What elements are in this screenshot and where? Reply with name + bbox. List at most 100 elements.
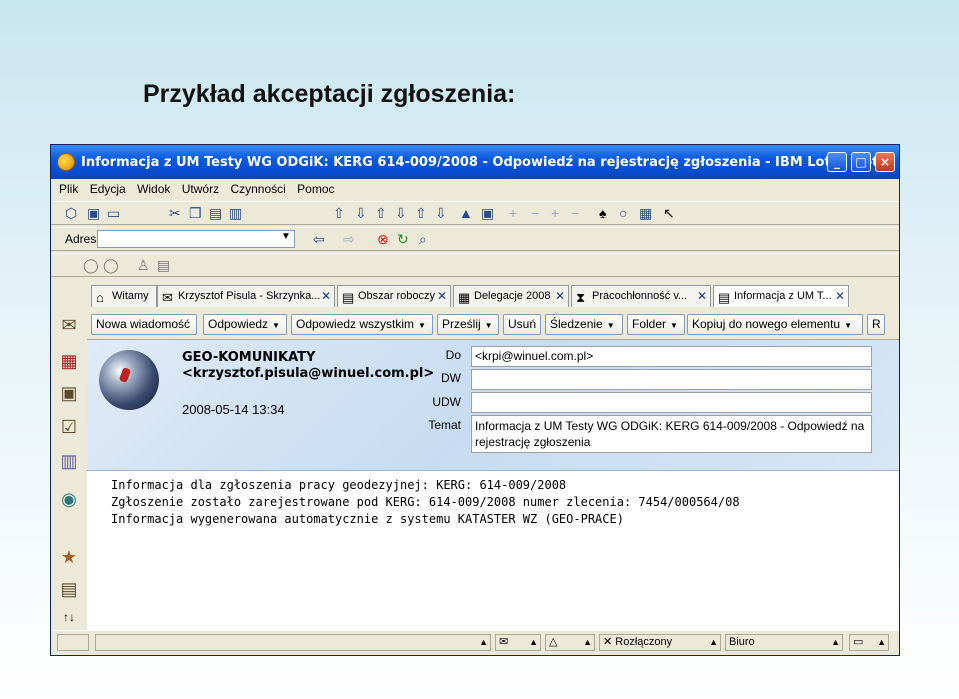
status-bar: ▲ ✉ ▲ △ ▲ ✕ Rozłączony ▲ Biuro ▲ ▭ ▲ xyxy=(51,630,899,655)
reply-all-button[interactable]: Odpowiedz wszystkim ▼ xyxy=(291,314,433,335)
menu-widok[interactable]: Widok xyxy=(137,179,170,199)
comment-toolbar: ◯ ◯ ♙ ▤ xyxy=(51,253,899,277)
menu-czynnosci[interactable]: Czynności xyxy=(230,179,285,199)
tab-bar: ⌂ Witamy ✉ Krzysztof Pisula - Skrzynka..… xyxy=(51,283,899,309)
prev-unread-icon[interactable]: ⇧ xyxy=(415,205,427,221)
status-message-area[interactable]: ▲ xyxy=(95,634,491,651)
close-tab-icon[interactable]: ✕ xyxy=(321,286,331,307)
tab-skrzynka[interactable]: ✉ Krzysztof Pisula - Skrzynka... ✕ xyxy=(157,285,335,307)
tab-delegacje[interactable]: ▦ Delegacje 2008 ✕ xyxy=(453,285,569,307)
body-line: Informacja dla zgłoszenia pracy geodezyj… xyxy=(111,478,567,492)
back-icon[interactable]: ⇦ xyxy=(313,231,325,247)
collapse-icon[interactable]: − xyxy=(531,205,539,221)
menu-utworz[interactable]: Utwórz xyxy=(182,179,219,199)
magnifier-icon[interactable]: ○ xyxy=(619,205,627,221)
tab-witamy[interactable]: ⌂ Witamy xyxy=(91,285,157,307)
bcc-label: UDW xyxy=(432,395,461,409)
navigate-up-icon[interactable]: ⇧ xyxy=(333,205,345,221)
bcc-field[interactable] xyxy=(471,392,872,413)
next-icon[interactable]: ⇩ xyxy=(395,205,407,221)
save-icon[interactable]: ▣ xyxy=(87,205,100,221)
close-button[interactable]: × xyxy=(875,152,895,172)
sametime-bookmark-icon[interactable]: ◉ xyxy=(57,487,81,511)
close-tab-icon[interactable]: ✕ xyxy=(437,286,447,307)
next-unread-icon[interactable]: ⇩ xyxy=(435,205,447,221)
sender-name: GEO-KOMUNIKATY xyxy=(182,350,316,365)
reload-icon[interactable]: ↻ xyxy=(397,231,409,247)
menu-pomoc[interactable]: Pomoc xyxy=(297,179,334,199)
expand-icon[interactable]: + xyxy=(509,205,517,221)
address-input[interactable] xyxy=(97,230,295,248)
mail-status-cell[interactable]: ✉ ▲ xyxy=(495,634,541,651)
chevron-down-icon: ▼ xyxy=(606,321,615,330)
menu-plik[interactable]: Plik xyxy=(59,179,78,199)
tab-pracochlonnosc[interactable]: ⧗ Pracochłonność v... ✕ xyxy=(571,285,711,307)
favorites-bookmark-icon[interactable]: ★ xyxy=(57,545,81,569)
connection-status[interactable]: ✕ Rozłączony ▲ xyxy=(599,634,721,651)
folder-button[interactable]: Folder ▼ xyxy=(627,314,685,335)
close-tab-icon[interactable]: ✕ xyxy=(697,286,707,307)
inbox-status-cell[interactable]: ▭ ▲ xyxy=(849,634,889,651)
location-status[interactable]: Biuro ▲ xyxy=(725,634,843,651)
binoculars-icon[interactable]: ♠ xyxy=(599,205,606,221)
menu-edycja[interactable]: Edycja xyxy=(90,179,126,199)
open-icon[interactable]: ▭ xyxy=(107,205,120,221)
person-icon[interactable]: ♙ xyxy=(137,257,150,273)
connection-label: Rozłączony xyxy=(615,636,673,648)
search-icon[interactable]: ⌕ xyxy=(419,231,427,247)
cc-label: DW xyxy=(441,371,461,385)
copy-to-new-button[interactable]: Kopiuj do nowego elementu ▼ xyxy=(687,314,863,335)
forward-icon[interactable]: ⇨ xyxy=(343,231,355,247)
bookmark-bar: ✉ ▦ ▣ ☑ ▥ ◉ ★ ▤ ↑↓ xyxy=(51,309,87,631)
more-actions-button[interactable]: R xyxy=(867,314,885,335)
prev-icon[interactable]: ⇧ xyxy=(375,205,387,221)
minimize-icon: _ xyxy=(834,155,840,169)
tab-obszar-roboczy[interactable]: ▤ Obszar roboczy ✕ xyxy=(337,285,451,307)
security-status-cell[interactable]: △ ▲ xyxy=(545,634,595,651)
status-cell-blank[interactable] xyxy=(57,634,89,651)
chat-icon[interactable]: ◯ xyxy=(83,257,99,273)
more-bookmarks-icon[interactable]: ▤ xyxy=(57,577,81,601)
contacts-bookmark-icon[interactable]: ▣ xyxy=(57,381,81,405)
mail-bookmark-icon[interactable]: ✉ xyxy=(57,313,81,337)
scroll-bookmarks-icon[interactable]: ↑↓ xyxy=(57,605,81,629)
stop-icon[interactable]: ⊗ xyxy=(377,231,389,247)
delete-button[interactable]: Usuń xyxy=(503,314,541,335)
button-label: Folder xyxy=(632,317,667,331)
close-tab-icon[interactable]: ✕ xyxy=(835,286,845,307)
follow-up-button[interactable]: Śledzenie ▼ xyxy=(545,314,623,335)
todo-bookmark-icon[interactable]: ☑ xyxy=(57,415,81,439)
cc-field[interactable] xyxy=(471,369,872,390)
document-list-icon[interactable]: ▤ xyxy=(157,257,170,273)
new-message-button[interactable]: Nowa wiadomość xyxy=(91,314,197,335)
window-titlebar[interactable]: Informacja z UM Testy WG ODGiK: KERG 614… xyxy=(51,145,899,179)
location-label: Biuro xyxy=(729,636,755,648)
close-tab-icon[interactable]: ✕ xyxy=(555,286,565,307)
maximize-button[interactable]: □ xyxy=(851,152,871,172)
tab-informacja[interactable]: ▤ Informacja z UM T... ✕ xyxy=(713,285,849,307)
status-arrow-icon: ▲ xyxy=(529,637,538,647)
navigate-down-icon[interactable]: ⇩ xyxy=(355,205,367,221)
databases-bookmark-icon[interactable]: ▥ xyxy=(57,449,81,473)
collapse-all-icon[interactable]: − xyxy=(571,205,579,221)
print-icon[interactable]: ▥ xyxy=(229,205,242,221)
paste-icon[interactable]: ▤ xyxy=(209,205,222,221)
folder-icon[interactable]: ▣ xyxy=(481,205,494,221)
copy-icon[interactable]: ❐ xyxy=(189,205,202,221)
expand-all-icon[interactable]: + xyxy=(551,205,559,221)
up-folder-icon[interactable]: ▲ xyxy=(459,205,473,221)
action-bar: Nowa wiadomość Odpowiedz ▼ Odpowiedz wszy… xyxy=(87,309,899,340)
to-field[interactable]: <krpi@winuel.com.pl> xyxy=(471,346,872,367)
minimize-button[interactable]: _ xyxy=(827,152,847,172)
calendar-bookmark-icon[interactable]: ▦ xyxy=(57,349,81,373)
address-dropdown-icon[interactable]: ▼ xyxy=(281,231,291,242)
tab-label: Delegacje 2008 xyxy=(474,290,551,302)
refresh-icon[interactable]: ⬡ xyxy=(65,205,77,221)
discussion-icon[interactable]: ◯ xyxy=(103,257,119,273)
reply-button[interactable]: Odpowiedz ▼ xyxy=(203,314,287,335)
layout-icon[interactable]: ▦ xyxy=(639,205,652,221)
subject-field[interactable]: Informacja z UM Testy WG ODGiK: KERG 614… xyxy=(471,415,872,453)
message-body[interactable]: Informacja dla zgłoszenia pracy geodezyj… xyxy=(111,477,740,528)
forward-button[interactable]: Prześlij ▼ xyxy=(437,314,499,335)
cut-icon[interactable]: ✂ xyxy=(169,205,181,221)
